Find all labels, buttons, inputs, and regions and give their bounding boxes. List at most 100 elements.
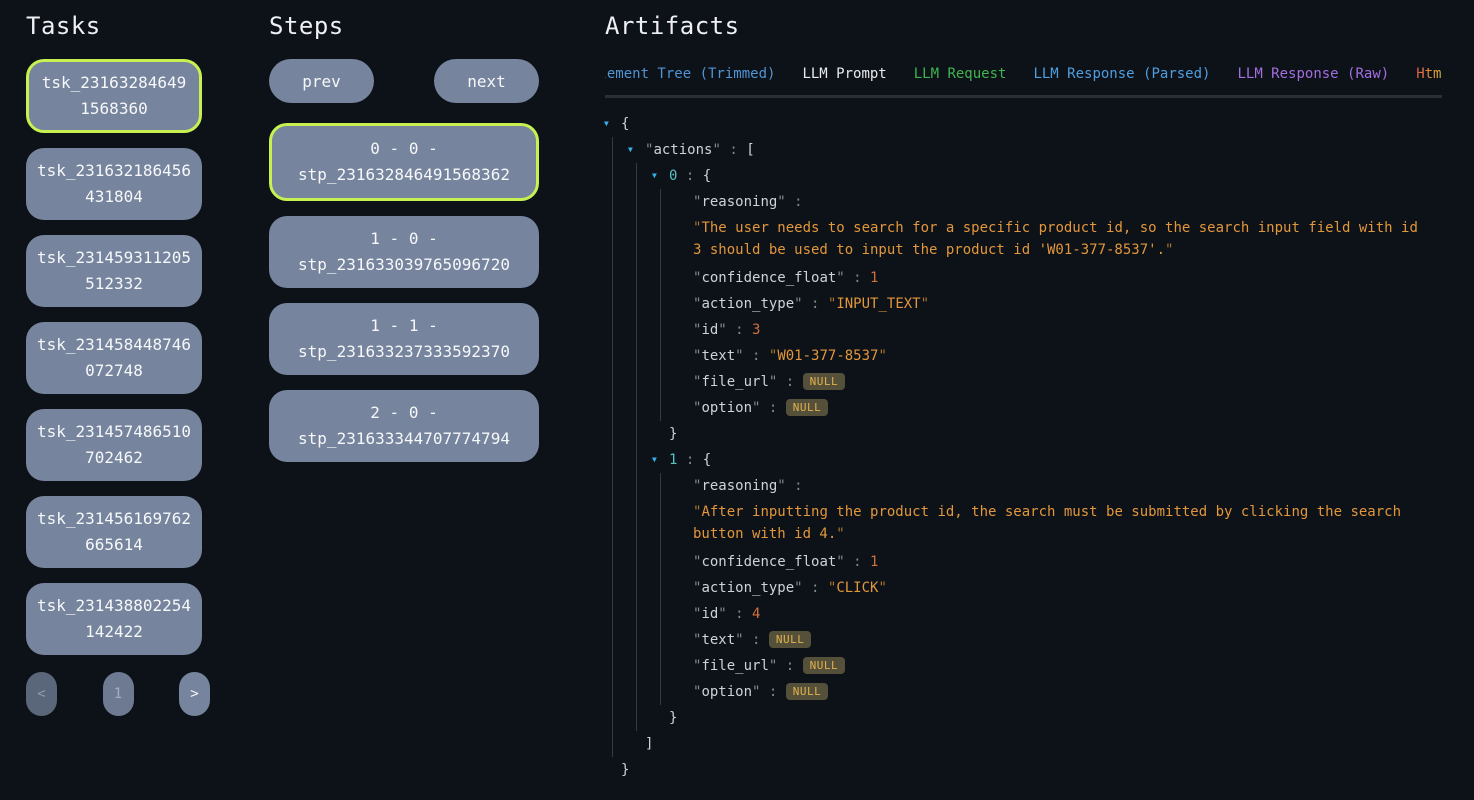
indent-guide bbox=[636, 369, 637, 395]
indent-guide bbox=[636, 575, 637, 601]
indent-guide bbox=[636, 653, 637, 679]
indent-guide bbox=[612, 163, 613, 189]
tab-llm-response-parsed[interactable]: LLM Response (Parsed) bbox=[1033, 66, 1210, 98]
json-row: } bbox=[605, 421, 1442, 447]
indent-guide bbox=[636, 265, 637, 291]
indent-guide bbox=[660, 395, 661, 421]
indent-guide bbox=[612, 189, 613, 215]
step-button[interactable]: 0 - 0 - stp_231632846491568362 bbox=[269, 123, 539, 201]
json-row: "confidence_float" : 1 bbox=[605, 549, 1442, 575]
tab-llm-request[interactable]: LLM Request bbox=[914, 66, 1007, 98]
indent-guide bbox=[636, 601, 637, 627]
pagination: < 1 > bbox=[26, 672, 210, 716]
indent-guide bbox=[636, 705, 637, 731]
indent-guide bbox=[636, 163, 637, 189]
json-row: "file_url" : NULL bbox=[605, 369, 1442, 395]
indent-guide bbox=[636, 395, 637, 421]
json-row: "option" : NULL bbox=[605, 395, 1442, 421]
json-row: } bbox=[605, 757, 1442, 783]
null-badge: NULL bbox=[803, 657, 846, 674]
json-row: "action_type" : "INPUT_TEXT" bbox=[605, 291, 1442, 317]
json-row: "id" : 4 bbox=[605, 601, 1442, 627]
indent-guide bbox=[612, 291, 613, 317]
indent-guide bbox=[660, 317, 661, 343]
indent-guide bbox=[636, 549, 637, 575]
indent-guide bbox=[636, 343, 637, 369]
artifacts-tabbar: Element Tree (Trimmed) LLM Prompt LLM Requ… bbox=[605, 66, 1442, 98]
json-row: ] bbox=[605, 731, 1442, 757]
artifacts-panel: Artifacts Element Tree (Trimmed) LLM Prom… bbox=[605, 12, 1442, 783]
pagination-page-button[interactable]: 1 bbox=[103, 672, 134, 716]
indent-guide bbox=[660, 215, 661, 265]
json-row: "option" : NULL bbox=[605, 679, 1442, 705]
indent-guide bbox=[612, 395, 613, 421]
task-button[interactable]: tsk_231632186456431804 bbox=[26, 148, 202, 220]
collapse-arrow-icon[interactable]: ▼ bbox=[652, 447, 657, 473]
json-row: ▼1 : { bbox=[605, 447, 1442, 473]
indent-guide bbox=[660, 291, 661, 317]
json-row: "file_url" : NULL bbox=[605, 653, 1442, 679]
step-button[interactable]: 2 - 0 - stp_231633344707774794 bbox=[269, 390, 539, 462]
indent-guide bbox=[660, 189, 661, 215]
task-button[interactable]: tsk_231458448746072748 bbox=[26, 322, 202, 394]
collapse-arrow-icon[interactable]: ▼ bbox=[628, 137, 633, 163]
indent-guide bbox=[612, 369, 613, 395]
steps-nav: prev next bbox=[269, 59, 539, 103]
json-row: "reasoning" : bbox=[605, 189, 1442, 215]
indent-guide bbox=[612, 447, 613, 473]
indent-guide bbox=[612, 421, 613, 447]
null-badge: NULL bbox=[803, 373, 846, 390]
indent-guide bbox=[660, 369, 661, 395]
indent-guide bbox=[660, 549, 661, 575]
tab-llm-prompt[interactable]: LLM Prompt bbox=[802, 66, 886, 98]
next-step-button[interactable]: next bbox=[434, 59, 539, 103]
indent-guide bbox=[612, 705, 613, 731]
pagination-prev-button[interactable]: < bbox=[26, 672, 57, 716]
indent-guide bbox=[660, 473, 661, 499]
indent-guide bbox=[612, 265, 613, 291]
json-row: ▼{ bbox=[605, 111, 1442, 137]
indent-guide bbox=[612, 627, 613, 653]
tab-html-raw[interactable]: Html (Raw) bbox=[1416, 66, 1442, 98]
task-list: tsk_231632846491568360 tsk_23163218645643… bbox=[26, 59, 210, 655]
steps-title: Steps bbox=[269, 12, 539, 40]
json-row: "confidence_float" : 1 bbox=[605, 265, 1442, 291]
pagination-next-button[interactable]: > bbox=[179, 672, 210, 716]
collapse-arrow-icon[interactable]: ▼ bbox=[604, 111, 609, 137]
task-button[interactable]: tsk_231438802254142422 bbox=[26, 583, 202, 655]
collapse-arrow-icon[interactable]: ▼ bbox=[652, 163, 657, 189]
indent-guide bbox=[660, 265, 661, 291]
indent-guide bbox=[612, 499, 613, 549]
step-button[interactable]: 1 - 1 - stp_231633237333592370 bbox=[269, 303, 539, 375]
indent-guide bbox=[612, 137, 613, 163]
tab-element-tree-trimmed[interactable]: Element Tree (Trimmed) bbox=[605, 66, 775, 98]
indent-guide bbox=[612, 317, 613, 343]
tasks-panel: Tasks tsk_231632846491568360tsk_23163218… bbox=[26, 12, 210, 716]
json-row: "After inputting the product id, the sea… bbox=[605, 499, 1442, 549]
indent-guide bbox=[636, 679, 637, 705]
indent-guide bbox=[636, 421, 637, 447]
task-button[interactable]: tsk_231457486510702462 bbox=[26, 409, 202, 481]
indent-guide bbox=[612, 575, 613, 601]
artifacts-title: Artifacts bbox=[605, 12, 1442, 40]
task-button[interactable]: tsk_231459311205512332 bbox=[26, 235, 202, 307]
indent-guide bbox=[636, 627, 637, 653]
json-viewer: ▼{▼"actions" : [▼0 : {"reasoning" :"The … bbox=[605, 111, 1442, 783]
task-button[interactable]: tsk_231632846491568360 bbox=[26, 59, 202, 133]
step-button[interactable]: 1 - 0 - stp_231633039765096720 bbox=[269, 216, 539, 288]
steps-panel: Steps prev next 0 - 0 - stp_231632846491… bbox=[269, 12, 539, 477]
json-row: "text" : NULL bbox=[605, 627, 1442, 653]
indent-guide bbox=[612, 731, 613, 757]
null-badge: NULL bbox=[786, 683, 829, 700]
indent-guide bbox=[660, 343, 661, 369]
json-row: } bbox=[605, 705, 1442, 731]
json-row: "action_type" : "CLICK" bbox=[605, 575, 1442, 601]
indent-guide bbox=[660, 653, 661, 679]
indent-guide bbox=[612, 215, 613, 265]
tab-llm-response-raw[interactable]: LLM Response (Raw) bbox=[1237, 66, 1389, 98]
prev-step-button[interactable]: prev bbox=[269, 59, 374, 103]
indent-guide bbox=[660, 627, 661, 653]
indent-guide bbox=[612, 653, 613, 679]
task-button[interactable]: tsk_231456169762665614 bbox=[26, 496, 202, 568]
indent-guide bbox=[636, 447, 637, 473]
